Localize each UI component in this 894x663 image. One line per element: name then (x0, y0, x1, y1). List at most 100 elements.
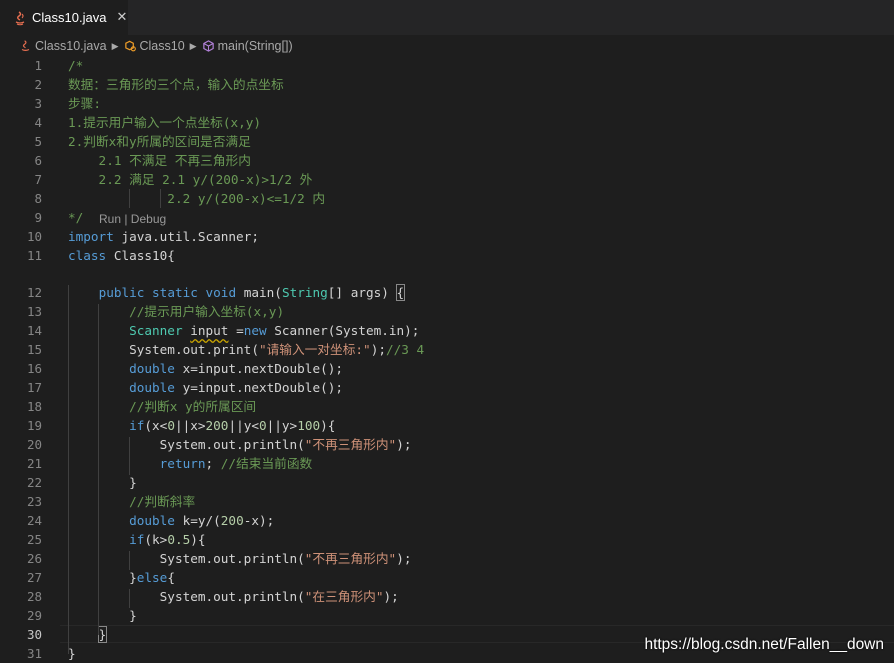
code-text: import java.util.Scanner; (68, 227, 259, 246)
line-number: 21 (26, 456, 42, 471)
code-token: 0 (167, 418, 175, 433)
code-token: 0.5 (167, 532, 191, 547)
code-token: ); (370, 342, 386, 357)
code-token: 2.2 满足 2.1 y/(200-x)>1/2 外 (68, 172, 313, 187)
line-number: 5 (34, 134, 42, 149)
breadcrumb-file[interactable]: Class10.java (35, 39, 107, 53)
code-token: import (68, 229, 114, 244)
code-text: 数据：三角形的三个点，输入的点坐标 (68, 75, 284, 94)
code-line[interactable]: 5 2.判断x和y所属的区间是否满足 (0, 132, 894, 151)
code-line[interactable]: 1 /* (0, 56, 894, 75)
code-line[interactable]: 6 2.1 不满足 不再三角形内 (0, 151, 894, 170)
code-text: }else{ (68, 568, 175, 587)
tab-label: Class10.java (32, 10, 107, 25)
code-text: if(k>0.5){ (68, 530, 205, 549)
code-line[interactable]: 22 } (0, 473, 894, 492)
code-token: "请输入一对坐标:" (258, 342, 371, 357)
code-text: } (68, 606, 137, 625)
code-line[interactable]: 19 if(x<0||x>200||y<0||y>100){ (0, 416, 894, 435)
code-token: Scanner (129, 323, 183, 338)
code-line[interactable]: 20 System.out.println("不再三角形内"); (0, 435, 894, 454)
code-line[interactable]: 16 double x=input.nextDouble(); (0, 359, 894, 378)
code-token: double (129, 513, 175, 528)
code-text: double x=input.nextDouble(); (68, 359, 343, 378)
code-line[interactable]: 27 }else{ (0, 568, 894, 587)
code-token: } (68, 646, 76, 661)
code-text: 2.判断x和y所属的区间是否满足 (68, 132, 251, 151)
indent-guide (129, 437, 130, 475)
code-line[interactable]: 23 //判断斜率 (0, 492, 894, 511)
line-number: 9 (34, 210, 42, 225)
code-token: String (281, 285, 328, 300)
code-line[interactable]: 11 class Class10{ (0, 246, 894, 265)
indent-guide (68, 285, 69, 654)
code-text: } (68, 644, 76, 663)
code-text: //判断斜率 (68, 492, 195, 511)
code-text: System.out.print("请输入一对坐标:");//3 4 (68, 340, 424, 359)
indent-guide (129, 189, 130, 208)
code-line[interactable]: 13 //提示用户输入坐标(x,y) (0, 302, 894, 321)
code-token: ); (396, 437, 412, 452)
code-line[interactable]: 4 1.提示用户输入一个点坐标(x,y) (0, 113, 894, 132)
line-number: 13 (26, 304, 42, 319)
code-line[interactable]: 7 2.2 满足 2.1 y/(200-x)>1/2 外 (0, 170, 894, 189)
code-token: if (129, 418, 145, 433)
close-icon[interactable]: ✕ (116, 10, 127, 25)
code-token: 200 (220, 513, 244, 528)
code-text: System.out.println("在三角形内"); (68, 587, 399, 606)
codelens-run-debug[interactable]: Run | Debug (99, 210, 166, 229)
code-token: //判断x y的所属区间 (68, 399, 257, 414)
indent-guide (129, 551, 130, 570)
line-number: 14 (26, 323, 42, 338)
code-text: } (68, 625, 108, 644)
code-token: } (97, 626, 108, 643)
line-number: 23 (26, 494, 42, 509)
code-token: } (68, 570, 137, 585)
code-line[interactable]: 21 return; //结束当前函数 (0, 454, 894, 473)
code-token: 100 (297, 418, 321, 433)
code-token: ; (205, 456, 221, 471)
code-token: System.out.println( (68, 437, 305, 452)
code-token: 200 (205, 418, 229, 433)
breadcrumb-class[interactable]: Class10 (140, 39, 185, 53)
line-number: 11 (26, 248, 42, 263)
chevron-right-icon: ▶ (189, 40, 197, 51)
code-line[interactable]: 8 2.2 y/(200-x)<=1/2 内 (0, 189, 894, 208)
code-line[interactable]: 14 Scanner input =new Scanner(System.in)… (0, 321, 894, 340)
breadcrumb-method[interactable]: main(String[]) (218, 39, 293, 53)
code-token: 2.判断x和y所属的区间是否满足 (68, 134, 251, 149)
java-icon (15, 10, 25, 25)
line-number: 26 (26, 551, 42, 566)
code-line[interactable]: 24 double k=y/(200-x); (0, 511, 894, 530)
code-text: System.out.println("不再三角形内"); (68, 435, 412, 454)
code-line[interactable]: 2 数据：三角形的三个点，输入的点坐标 (0, 75, 894, 94)
code-line[interactable]: 25 if(k>0.5){ (0, 530, 894, 549)
code-line[interactable]: 3 步骤: (0, 94, 894, 113)
code-token: "在三角形内" (304, 589, 384, 604)
line-number: 19 (26, 418, 42, 433)
code-line[interactable]: 26 System.out.println("不再三角形内"); (0, 549, 894, 568)
code-token: */ (68, 210, 84, 225)
code-text: double y=input.nextDouble(); (68, 378, 343, 397)
tab-class10-java[interactable]: Class10.java ✕ (0, 0, 128, 35)
code-text: 步骤: (68, 94, 101, 113)
code-editor[interactable]: 1 /* 2 数据：三角形的三个点，输入的点坐标 3 步骤: 4 1.提示用户输入一个点坐标(… (0, 56, 894, 662)
code-text: //提示用户输入坐标(x,y) (68, 302, 284, 321)
code-token: k=y/( (174, 513, 221, 528)
line-number: 1 (34, 58, 42, 73)
code-line[interactable]: 28 System.out.println("在三角形内"); (0, 587, 894, 606)
code-line[interactable]: 10 import java.util.Scanner; (0, 227, 894, 246)
code-token: //判断斜率 (68, 494, 196, 509)
code-line[interactable]: 17 double y=input.nextDouble(); (0, 378, 894, 397)
code-line[interactable]: 29 } (0, 606, 894, 625)
chevron-right-icon: ▶ (111, 40, 119, 51)
code-line[interactable]: 12 public static void main(String[] args… (0, 283, 894, 302)
method-icon (202, 40, 214, 52)
line-number: 6 (34, 153, 42, 168)
line-number: 2 (34, 77, 42, 92)
code-token: //提示用户输入坐标(x,y) (68, 304, 285, 319)
code-line[interactable]: 15 System.out.print("请输入一对坐标:");//3 4 (0, 340, 894, 359)
code-line[interactable]: 18 //判断x y的所属区间 (0, 397, 894, 416)
